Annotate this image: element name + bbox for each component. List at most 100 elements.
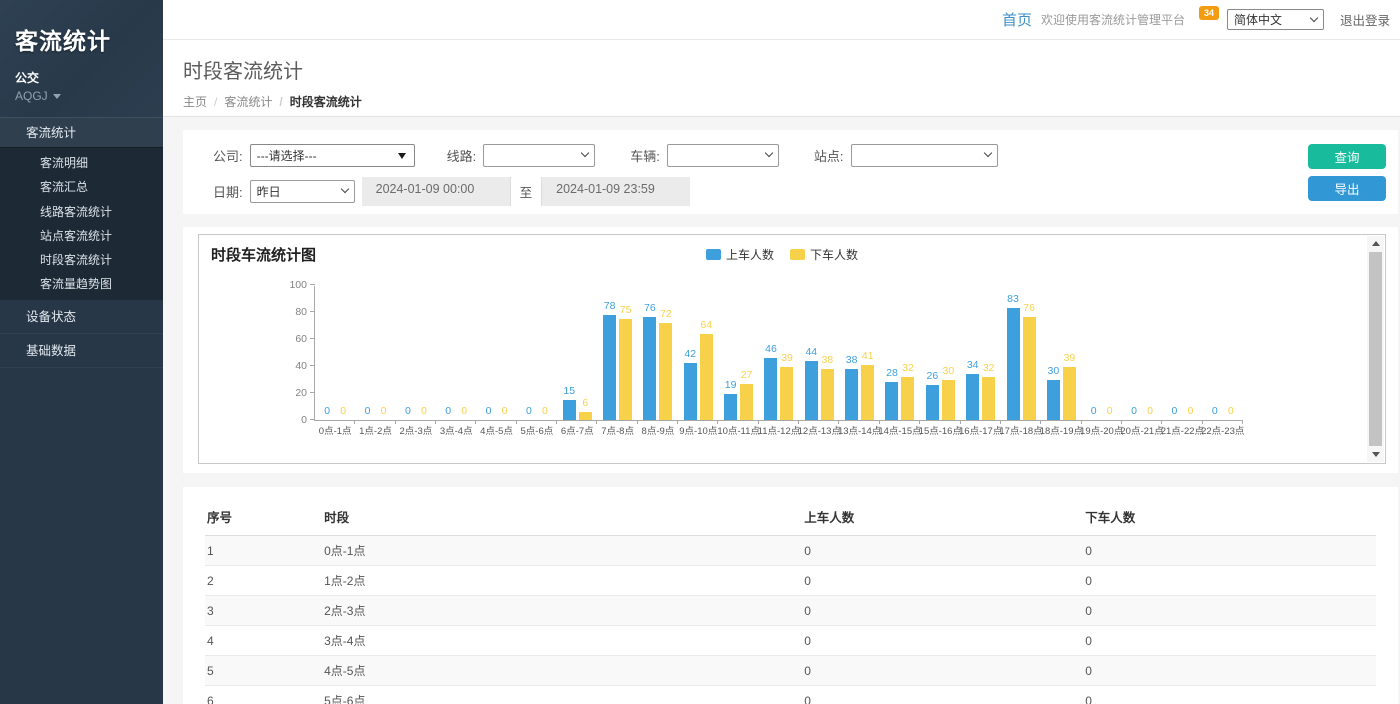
bar-value-label: 76 — [1023, 302, 1035, 314]
bar-value-label: 0 — [1228, 405, 1234, 417]
x-axis-category-label: 1点-2点 — [359, 423, 392, 437]
bar-value-label: 38 — [821, 354, 833, 366]
sidebar: 客流统计 公交 AQGJ 客流统计 客流明细客流汇总线路客流统计站点客流统计时段… — [0, 0, 163, 704]
sidebar-section-base-data[interactable]: 基础数据 — [0, 334, 163, 368]
language-select[interactable]: 简体中文 — [1227, 9, 1324, 30]
date-preset-select[interactable]: 昨日 — [250, 180, 355, 203]
bar-上车人数-13: 38 — [845, 369, 858, 420]
bar-value-label: 32 — [983, 362, 995, 374]
legend-item-1[interactable]: 下车人数 — [790, 246, 858, 263]
legend-item-0[interactable]: 上车人数 — [706, 246, 774, 263]
breadcrumb-item-2: 时段客流统计 — [272, 95, 361, 109]
x-axis-category-label: 7点-8点 — [601, 423, 634, 437]
home-link[interactable]: 首页 — [1002, 9, 1032, 30]
bar-value-label: 39 — [781, 352, 793, 364]
y-axis-tick-label: 80 — [273, 306, 307, 318]
sidebar-section-device-status[interactable]: 设备状态 — [0, 300, 163, 334]
legend-label: 上车人数 — [726, 246, 774, 263]
bar-chart-plot: 020406080100000点-1点001点-2点002点-3点003点-4点… — [314, 286, 1243, 421]
line-label: 线路: — [447, 146, 477, 165]
bar-value-label: 19 — [725, 379, 737, 391]
x-axis-category-label: 17点-18点 — [999, 423, 1042, 437]
date-end-input[interactable]: 2024-01-09 23:59 — [542, 177, 690, 206]
bar-group-13: 384113点-14点 — [839, 286, 879, 420]
bar-上车人数-11: 46 — [764, 358, 777, 420]
breadcrumb: 主页客流统计时段客流统计 — [183, 93, 1380, 110]
table-row: 43点-4点00 — [205, 626, 1376, 656]
scroll-down-icon[interactable] — [1367, 447, 1384, 462]
table-cell-5-1: 5点-6点 — [322, 686, 802, 704]
table-cell-2-2: 0 — [802, 596, 1083, 626]
breadcrumb-item-1[interactable]: 客流统计 — [207, 95, 272, 109]
table-cell-2-1: 2点-3点 — [322, 596, 802, 626]
bar-value-label: 0 — [486, 405, 492, 417]
sidebar-section-passenger-stats[interactable]: 客流统计 — [0, 117, 163, 148]
bar-value-label: 0 — [1107, 405, 1113, 417]
table-header-row: 序号时段上车人数下车人数 — [205, 497, 1376, 536]
table-row: 54点-5点00 — [205, 656, 1376, 686]
sidebar-subitem-3[interactable]: 站点客流统计 — [0, 224, 163, 248]
bar-value-label: 0 — [421, 405, 427, 417]
sidebar-subitem-1[interactable]: 客流汇总 — [0, 175, 163, 199]
bar-group-7: 78757点-8点 — [597, 286, 637, 420]
x-axis-category-label: 16点-17点 — [959, 423, 1002, 437]
date-to-label: 至 — [510, 177, 543, 206]
bar-value-label: 44 — [805, 346, 817, 358]
company-label: 公司: — [213, 146, 243, 165]
bar-group-17: 837617点-18点 — [1001, 286, 1041, 420]
sidebar-subitem-5[interactable]: 客流量趋势图 — [0, 272, 163, 296]
x-axis-category-label: 0点-1点 — [319, 423, 352, 437]
org-name: 公交 — [15, 69, 163, 86]
query-button[interactable]: 查询 — [1308, 144, 1386, 169]
table-cell-1-2: 0 — [802, 566, 1083, 596]
chart-panel: 时段车流统计图 上车人数下车人数 020406080100000点-1点001点… — [183, 227, 1398, 473]
org-code-dropdown[interactable]: AQGJ — [15, 89, 163, 103]
bar-下车人数-11: 39 — [780, 367, 793, 420]
vehicle-select[interactable] — [667, 144, 779, 167]
breadcrumb-item-0[interactable]: 主页 — [183, 95, 207, 109]
table-header-1: 时段 — [322, 497, 802, 536]
scrollbar-thumb[interactable] — [1369, 252, 1382, 446]
table-cell-4-1: 4点-5点 — [322, 656, 802, 686]
sidebar-subitem-2[interactable]: 线路客流统计 — [0, 200, 163, 224]
bar-下车人数-9: 64 — [700, 334, 713, 420]
x-axis-category-label: 2点-3点 — [399, 423, 432, 437]
export-button[interactable]: 导出 — [1308, 176, 1386, 201]
app-title: 客流统计 — [15, 22, 163, 56]
bar-value-label: 0 — [1091, 405, 1097, 417]
bar-value-label: 0 — [502, 405, 508, 417]
bar-group-4: 004点-5点 — [476, 286, 516, 420]
bar-group-9: 42649点-10点 — [678, 286, 718, 420]
bar-value-label: 42 — [684, 348, 696, 360]
hourly-stats-table: 序号时段上车人数下车人数 10点-1点0021点-2点0032点-3点0043点… — [205, 497, 1376, 704]
bar-value-label: 76 — [644, 302, 656, 314]
x-axis-category-label: 5点-6点 — [521, 423, 554, 437]
bar-group-21: 0021点-22点 — [1162, 286, 1202, 420]
bar-上车人数-7: 78 — [603, 315, 616, 420]
x-axis-category-label: 8点-9点 — [642, 423, 675, 437]
x-axis-category-label: 21点-22点 — [1161, 423, 1204, 437]
bar-group-18: 303918点-19点 — [1041, 286, 1081, 420]
x-axis-category-label: 18点-19点 — [1040, 423, 1083, 437]
legend-swatch-icon — [790, 249, 805, 260]
table-cell-3-0: 4 — [205, 626, 322, 656]
bar-value-label: 0 — [324, 405, 330, 417]
sidebar-subitem-4[interactable]: 时段客流统计 — [0, 248, 163, 272]
logout-link[interactable]: 退出登录 — [1340, 10, 1390, 29]
y-axis-tick-label: 60 — [273, 333, 307, 345]
bar-下车人数-15: 30 — [942, 380, 955, 421]
notification-badge: 34 — [1199, 6, 1219, 20]
bar-group-3: 003点-4点 — [436, 286, 476, 420]
table-cell-4-2: 0 — [802, 656, 1083, 686]
sidebar-subitem-0[interactable]: 客流明细 — [0, 151, 163, 175]
scroll-up-icon[interactable] — [1367, 236, 1384, 251]
bar-下车人数-8: 72 — [659, 323, 672, 420]
x-axis-category-label: 11点-12点 — [758, 423, 801, 437]
line-select[interactable] — [483, 144, 595, 167]
date-start-input[interactable]: 2024-01-09 00:00 — [362, 177, 510, 206]
company-select[interactable]: ---请选择--- — [250, 144, 415, 167]
bar-value-label: 26 — [926, 370, 938, 382]
bar-下车人数-14: 32 — [901, 377, 914, 420]
station-select[interactable] — [851, 144, 998, 167]
chart-scrollbar[interactable] — [1367, 236, 1384, 462]
